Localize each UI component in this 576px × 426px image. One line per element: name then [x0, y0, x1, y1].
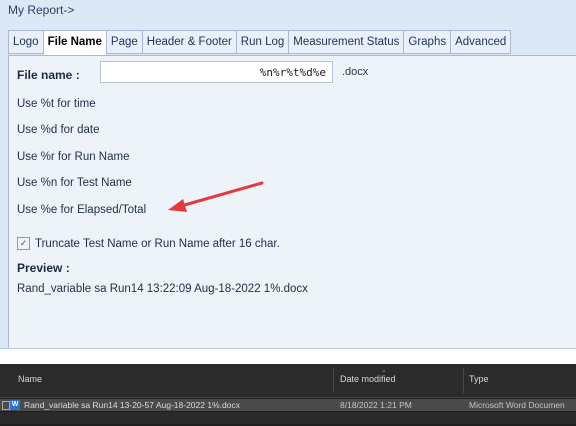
- file-row-date: 8/18/2022 1:21 PM: [340, 400, 412, 410]
- tab-file-name[interactable]: File Name: [42, 30, 107, 55]
- hint-time: Use %t for time: [17, 98, 96, 110]
- file-row-name: Rand_variable sa Run14 13-20-57 Aug-18-2…: [24, 400, 240, 410]
- hint-run-name: Use %r for Run Name: [17, 151, 130, 163]
- hint-date: Use %d for date: [17, 124, 100, 136]
- file-extension-label: .docx: [342, 66, 369, 78]
- tab-strip: Logo File Name Page Header & Footer Run …: [8, 30, 512, 55]
- file-list-header: Name ⌄ Date modified Type: [0, 364, 576, 398]
- window-title: My Report->: [8, 3, 75, 17]
- preview-value: Rand_variable sa Run14 13:22:09 Aug-18-2…: [17, 283, 308, 295]
- row-checkbox[interactable]: [2, 401, 10, 410]
- column-date-modified[interactable]: Date modified: [340, 374, 396, 384]
- file-row-partial[interactable]: [0, 412, 576, 424]
- tab-measurement-status[interactable]: Measurement Status: [288, 30, 405, 54]
- column-divider[interactable]: [333, 368, 334, 393]
- column-divider[interactable]: [463, 368, 464, 393]
- file-row-type: Microsoft Word Documen: [469, 400, 565, 410]
- hint-elapsed-total: Use %e for Elapsed/Total: [17, 204, 147, 216]
- column-type[interactable]: Type: [469, 374, 489, 384]
- truncate-option[interactable]: ✓ Truncate Test Name or Run Name after 1…: [17, 237, 280, 250]
- tab-page[interactable]: Page: [105, 30, 143, 54]
- tab-logo[interactable]: Logo: [8, 30, 44, 54]
- hint-test-name: Use %n for Test Name: [17, 177, 132, 189]
- tab-advanced[interactable]: Advanced: [450, 30, 512, 54]
- tab-header-footer[interactable]: Header & Footer: [141, 30, 237, 54]
- file-name-tab-content: File name : .docx Use %t for time Use %d…: [8, 55, 576, 348]
- tab-graphs[interactable]: Graphs: [403, 30, 452, 54]
- tab-run-log[interactable]: Run Log: [235, 30, 290, 54]
- truncate-checkbox[interactable]: ✓: [17, 237, 30, 250]
- truncate-label: Truncate Test Name or Run Name after 16 …: [35, 237, 280, 250]
- sort-chevron-icon: ⌄: [381, 367, 387, 374]
- preview-label: Preview :: [17, 261, 70, 275]
- file-name-label: File name :: [17, 68, 80, 82]
- file-explorer: Name ⌄ Date modified Type W Rand_variabl…: [0, 364, 576, 426]
- word-document-icon: W: [10, 400, 20, 410]
- column-name[interactable]: Name: [18, 374, 42, 384]
- report-settings-panel: My Report-> Logo File Name Page Header &…: [0, 0, 576, 349]
- file-row[interactable]: W Rand_variable sa Run14 13-20-57 Aug-18…: [0, 399, 576, 411]
- file-name-input[interactable]: [100, 61, 333, 83]
